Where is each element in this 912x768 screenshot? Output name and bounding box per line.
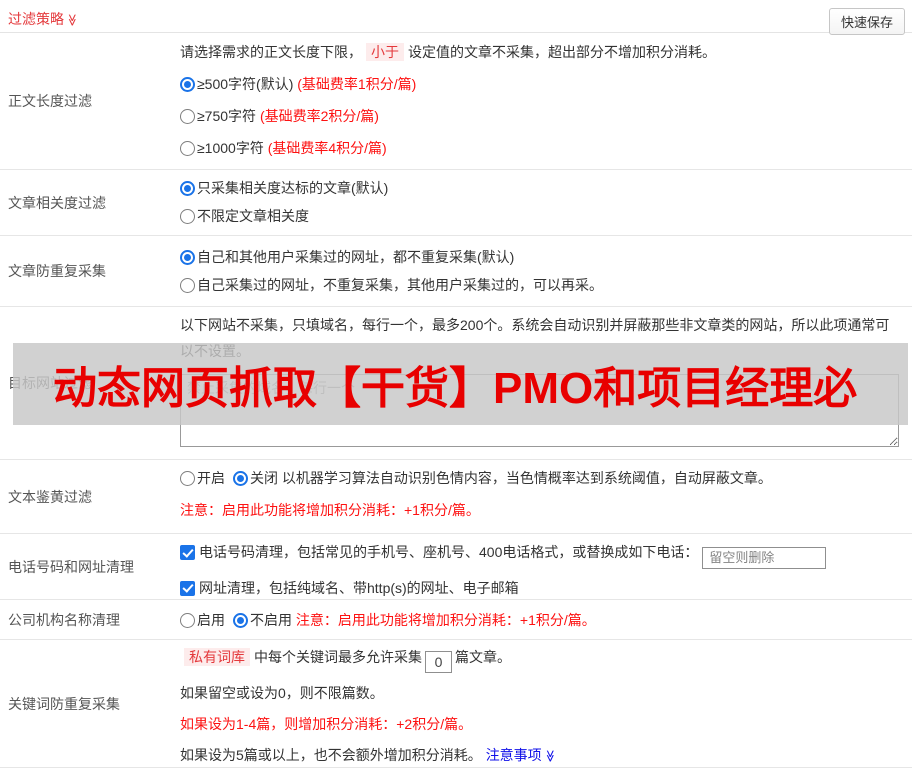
replacement-phone-input[interactable]: [702, 546, 827, 569]
checkbox-phone-clean[interactable]: [180, 545, 195, 560]
notes-link[interactable]: 注意事项≫: [486, 747, 557, 763]
length-option-1000: ≥1000字符 (基础费率4积分/篇): [180, 138, 906, 158]
page-title-text: 过滤策略: [8, 11, 64, 27]
radio-relevance-any[interactable]: [180, 209, 195, 224]
porn-filter-label: 文本鉴黄过滤: [8, 488, 92, 505]
radio-org-disable[interactable]: [233, 612, 248, 628]
radio-org-enable[interactable]: [180, 612, 195, 628]
keyword-limit-input[interactable]: [425, 651, 452, 673]
row-dup-filter: 文章防重复采集 自己和其他用户采集过的网址，都不重复采集(默认) 自己采集过的网…: [0, 236, 912, 307]
radio-1000-chars[interactable]: [180, 141, 195, 156]
page-title[interactable]: 过滤策略≫: [8, 9, 79, 29]
length-filter-intro: 请选择需求的正文长度下限， 小于 设定值的文章不采集，超出部分不增加积分消耗。: [180, 43, 716, 61]
keyword-dup-line2: 如果留空或设为0，则不限篇数。: [180, 685, 384, 701]
watermark-text: 动态网页抓取【干货】PMO和项目经理必: [53, 364, 858, 413]
dup-filter-label: 文章防重复采集: [8, 263, 106, 279]
phone-clean-label: 电话号码和网址清理: [8, 558, 134, 575]
fee-note: (基础费率4积分/篇): [267, 140, 387, 156]
length-filter-label: 正文长度过滤: [8, 93, 92, 109]
keyword-dup-label: 关键词防重复采集: [8, 695, 120, 712]
less-than-badge: 小于: [366, 43, 404, 61]
length-option-500: ≥500字符(默认) (基础费率1积分/篇): [180, 74, 906, 94]
quick-save-button[interactable]: 快速保存: [828, 8, 905, 35]
keyword-dup-line3: 如果设为1-4篇，则增加积分消耗：+2积分/篇。: [180, 716, 473, 732]
private-lexicon-badge: 私有词库: [184, 648, 250, 666]
radio-dup-all-users[interactable]: [180, 250, 195, 265]
porn-filter-note: 注意：启用此功能将增加积分消耗：+1积分/篇。: [180, 502, 480, 518]
length-option-750: ≥750字符 (基础费率2积分/篇): [180, 106, 906, 126]
checkbox-url-clean[interactable]: [180, 580, 195, 596]
relevance-filter-label: 文章相关度过滤: [8, 194, 106, 211]
radio-750-chars[interactable]: [180, 109, 195, 124]
row-porn-filter: 文本鉴黄过滤 开启 关闭 以机器学习算法自动识别色情内容，当色情概率达到系统阈值，…: [0, 460, 912, 534]
org-clean-note: 注意：启用此功能将增加积分消耗：+1积分/篇。: [295, 611, 596, 628]
chevron-double-down-icon: ≫: [65, 13, 80, 27]
radio-porn-on[interactable]: [180, 471, 195, 486]
porn-filter-desc: 以机器学习算法自动识别色情内容，当色情概率达到系统阈值，自动屏蔽文章。: [281, 470, 772, 486]
header-bar: 过滤策略≫ 快速保存: [0, 0, 912, 35]
chevron-double-down-icon: ≫: [542, 749, 557, 763]
radio-500-chars[interactable]: [180, 77, 195, 92]
row-org-clean: 公司机构名称清理 启用 不启用 注意：启用此功能将增加积分消耗：+1积分/篇。: [0, 600, 912, 640]
watermark-overlay: 动态网页抓取【干货】PMO和项目经理必: [13, 343, 908, 425]
radio-dup-self-only[interactable]: [180, 278, 195, 293]
fee-note: (基础费率2积分/篇): [259, 108, 379, 124]
row-relevance-filter: 文章相关度过滤 只采集相关度达标的文章(默认) 不限定文章相关度: [0, 170, 912, 236]
row-phone-clean: 电话号码和网址清理 电话号码清理，包括常见的手机号、座机号、400电话格式，或替…: [0, 534, 912, 600]
row-length-filter: 正文长度过滤 请选择需求的正文长度下限， 小于 设定值的文章不采集，超出部分不增加积…: [0, 33, 912, 170]
radio-relevance-strict[interactable]: [180, 181, 195, 196]
fee-note: (基础费率1积分/篇): [297, 76, 417, 92]
row-keyword-dup: 关键词防重复采集 私有词库中每个关键词最多允许采集篇文章。 如果留空或设为0，则…: [0, 640, 912, 768]
radio-porn-off[interactable]: [233, 471, 248, 486]
org-clean-label: 公司机构名称清理: [8, 611, 120, 628]
